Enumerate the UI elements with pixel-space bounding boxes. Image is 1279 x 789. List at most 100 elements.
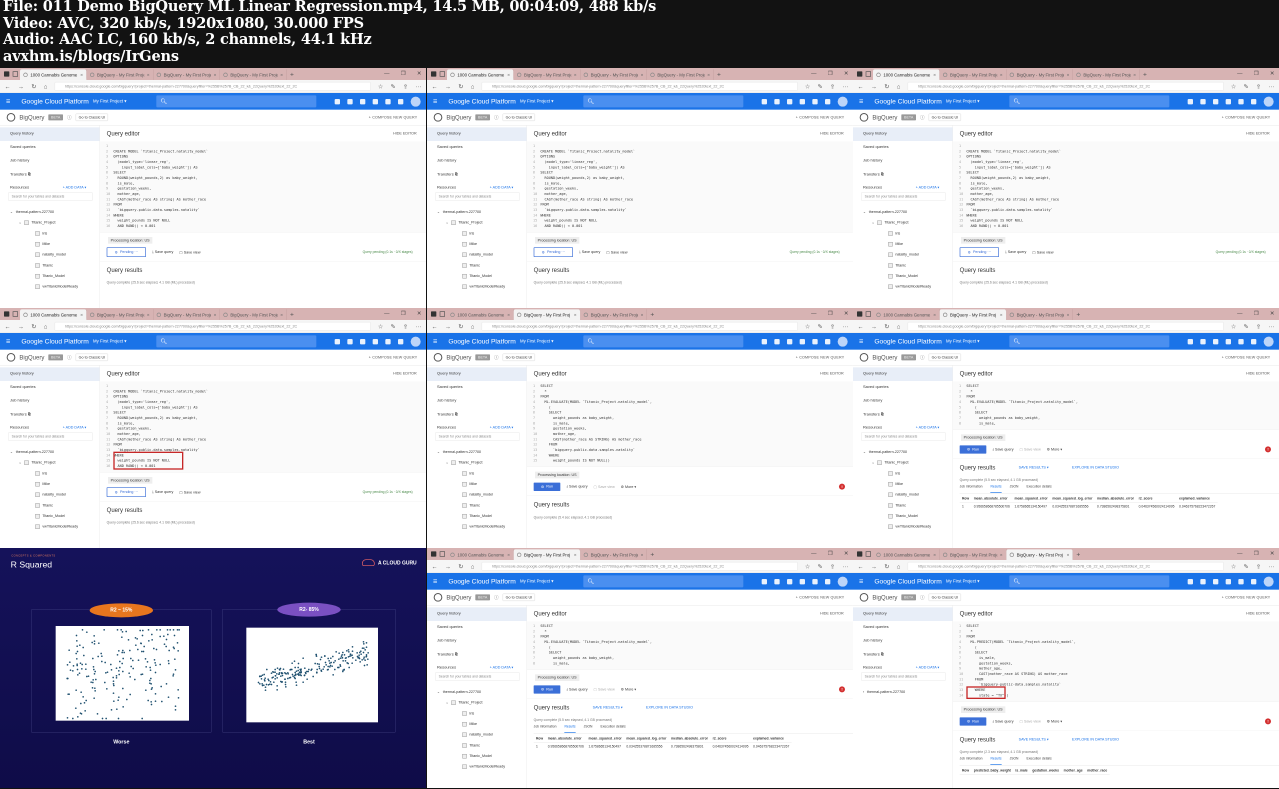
sidebar-item[interactable]: Job history [853,635,953,649]
support-icon[interactable] [1212,338,1219,345]
sidebar-item[interactable]: Query history [0,127,100,141]
sidebar-item[interactable]: Job history [0,395,100,409]
minimize-icon[interactable]: — [384,70,389,77]
tree-item[interactable]: Mike [427,479,527,490]
new-tab-button[interactable]: + [1073,309,1084,320]
sidebar-item[interactable]: Transfers ⧉ [853,168,953,182]
refresh-icon[interactable]: ↻ [884,323,889,330]
new-tab-button[interactable]: + [714,69,725,80]
home-icon[interactable]: ⌂ [897,563,901,570]
sql-editor[interactable]: 1 SELECT 2 * 3 FROM 4 ML.EVALUATE(MODEL `Tita… [952,381,1279,430]
tree-item[interactable]: ⌄ Titanic_Project [853,217,953,228]
gcp-title[interactable]: Google Cloud Platform [874,337,946,345]
tree-item[interactable]: vwTitanicModelReady [0,281,100,292]
avatar[interactable] [410,336,421,347]
gcp-title[interactable]: Google Cloud Platform [448,577,520,585]
browser-tab[interactable]: BigQuery - My First Project × [647,69,714,80]
minimize-icon[interactable]: — [811,310,816,317]
classic-ui-button[interactable]: Go to Classic UI [502,113,536,121]
notifications-icon[interactable] [812,338,818,345]
refresh-icon[interactable]: ↻ [884,563,889,570]
error-icon[interactable]: ! [838,483,845,490]
notifications-icon[interactable] [1238,578,1244,585]
hide-editor-button[interactable]: HIDE EDITOR [1246,371,1270,375]
tree-item[interactable]: ⌄ thermal-pattern-227700 [427,447,527,458]
tree-item[interactable]: vwTitanicModelReady [427,761,527,772]
tree-item[interactable]: Iris [427,468,527,479]
back-icon[interactable]: ← [432,83,438,90]
info-icon[interactable]: ⓘ [67,354,72,361]
minimize-icon[interactable]: — [1237,70,1242,77]
favorite-icon[interactable]: ☆ [1231,83,1236,90]
more-vert-icon[interactable] [1250,578,1257,585]
back-icon[interactable]: ← [432,323,438,330]
sidebar-item[interactable]: Transfers ⧉ [853,648,953,662]
maximize-icon[interactable]: ❐ [1254,310,1259,317]
gcp-title[interactable]: Google Cloud Platform [448,97,520,105]
more-icon[interactable]: ··· [415,83,421,90]
classic-ui-button[interactable]: Go to Classic UI [75,113,109,121]
share-icon[interactable]: ⇪ [1256,563,1261,570]
forward-icon[interactable]: → [18,323,24,330]
tree-item[interactable]: Titanic [853,260,953,271]
tree-item[interactable]: ⌄ thermal-pattern-227700 [853,207,953,218]
save-view-button[interactable]: ▢ Save view [606,250,627,254]
tree-item[interactable]: Titanic_Model [427,271,527,282]
notes-icon[interactable]: ✎ [391,323,396,330]
gcp-title[interactable]: Google Cloud Platform [21,337,93,345]
cloud-shell-icon[interactable] [1200,578,1206,585]
expand-icon[interactable]: ⌄ [446,457,449,468]
help-icon[interactable] [1225,338,1231,345]
add-data-button[interactable]: + ADD DATA ▾ [63,182,87,193]
avatar[interactable] [1263,576,1274,587]
tree-item[interactable]: vwTitanicModelReady [427,521,527,532]
minimize-icon[interactable]: — [811,70,816,77]
sidebar-item[interactable]: Saved queries [853,621,953,635]
tab-actions-icon[interactable] [12,71,18,77]
help-icon[interactable] [1225,578,1231,585]
close-window-icon[interactable]: ✕ [844,550,848,557]
more-vert-icon[interactable] [397,338,404,345]
new-tab-button[interactable]: + [647,549,658,560]
gift-icon[interactable] [1187,338,1193,345]
tree-item[interactable]: Mike [427,719,527,730]
error-icon[interactable]: ! [1264,446,1271,453]
sidebar-item[interactable]: Transfers ⧉ [853,408,953,422]
results-tab[interactable]: JSON [1010,757,1019,765]
notifications-icon[interactable] [385,98,391,105]
close-window-icon[interactable]: ✕ [1270,550,1274,557]
browser-tab[interactable]: BigQuery - My First Project × [580,309,647,320]
home-icon[interactable]: ⌂ [897,83,901,90]
resource-search-input[interactable]: Search for your tables and datasets [8,432,93,441]
url-field[interactable]: https://console.cloud.google.com/bigquer… [907,561,1224,571]
browser-tab[interactable]: BigQuery - My First Project × [940,549,1007,560]
notes-icon[interactable]: ✎ [1244,323,1249,330]
home-icon[interactable]: ⌂ [471,323,475,330]
expand-icon[interactable]: ⌄ [446,697,449,708]
back-icon[interactable]: ← [5,323,11,330]
notes-icon[interactable]: ✎ [391,83,396,90]
project-selector[interactable]: My First Project ▾ [520,579,583,584]
close-tab-icon[interactable]: × [507,312,510,317]
tree-item[interactable]: Titanic [427,740,527,751]
favorite-icon[interactable]: ☆ [1231,323,1236,330]
notifications-icon[interactable] [812,98,818,105]
more-vert-icon[interactable] [1250,338,1257,345]
support-icon[interactable] [1212,578,1219,585]
save-view-button[interactable]: ▢ Save view [179,250,200,254]
browser-tab[interactable]: BigQuery - My First Project × [153,69,220,80]
tree-item[interactable]: natality_model [853,489,953,500]
more-icon[interactable]: ··· [842,83,848,90]
close-tab-icon[interactable]: × [574,72,577,77]
more-icon[interactable]: ··· [842,323,848,330]
sidebar-item[interactable]: Transfers ⧉ [427,168,527,182]
notes-icon[interactable]: ✎ [818,323,823,330]
expand-icon[interactable]: › [863,687,864,698]
minimize-icon[interactable]: — [1237,310,1242,317]
more-vert-icon[interactable] [397,98,404,105]
save-query-button[interactable]: ⤓ Save query [992,719,1013,723]
sidebar-item[interactable]: Transfers ⧉ [427,408,527,422]
more-icon[interactable]: ··· [1268,323,1274,330]
sidebar-item[interactable]: Job history [427,395,527,409]
info-icon[interactable]: ⓘ [494,114,499,121]
